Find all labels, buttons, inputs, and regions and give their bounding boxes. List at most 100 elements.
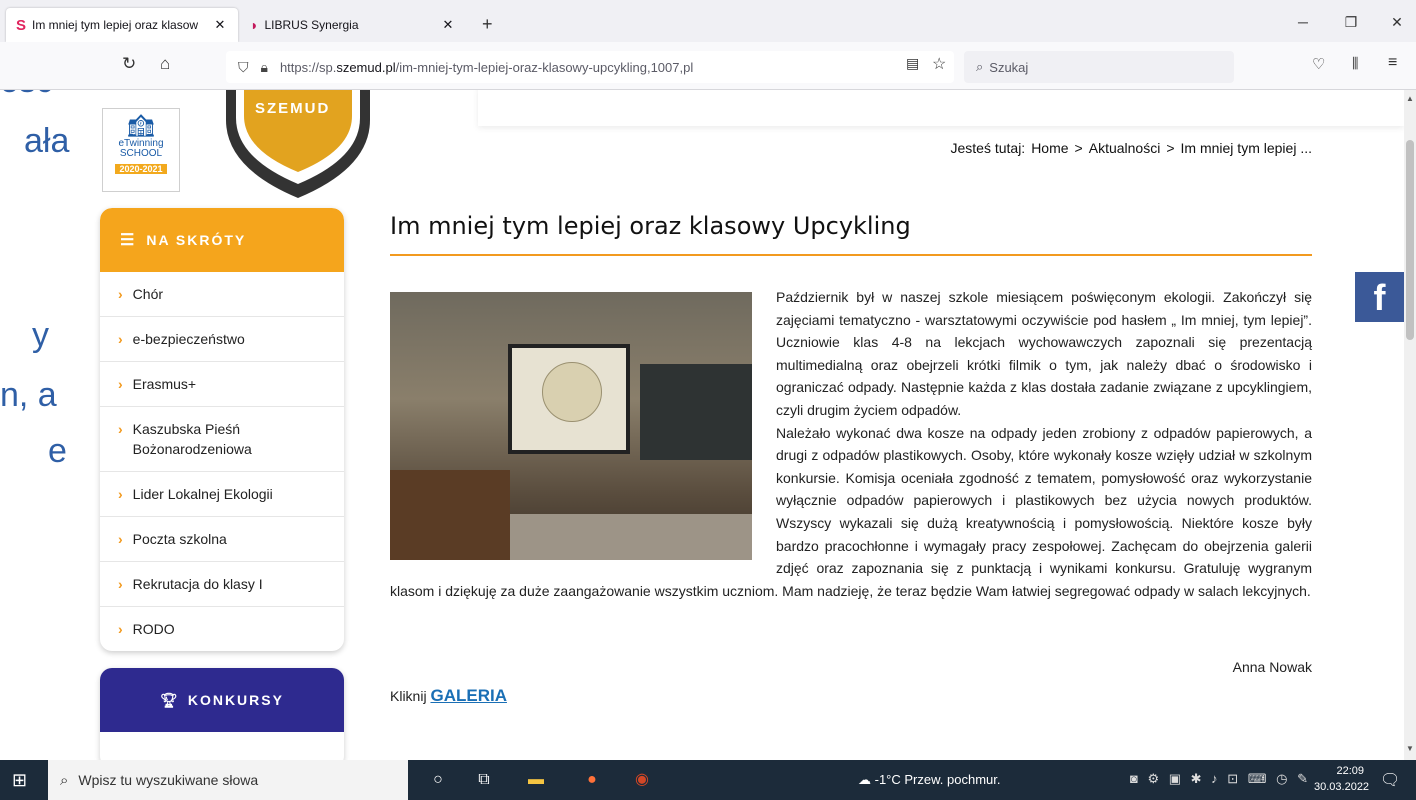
etwinning-icon: 🏫︎ [127, 113, 155, 138]
szemud-favicon-icon: S [16, 16, 27, 34]
sidebar-item-chor[interactable]: › Chór [100, 272, 344, 317]
chevron-right-icon: › [118, 486, 123, 502]
overlay-text: ała [24, 122, 70, 160]
hamburger-icon: ☰ [120, 232, 137, 249]
etwinning-year: 2020-2021 [115, 164, 167, 174]
notifications-icon[interactable]: 🗨︎ [1380, 770, 1400, 790]
home-icon[interactable]: ⌂ [160, 54, 170, 74]
new-tab-button[interactable]: + [482, 14, 493, 35]
overlay-text: y [32, 316, 49, 354]
scroll-down-icon[interactable]: ▼ [1404, 744, 1416, 753]
weather-text: -1°C Przew. pochmur. [874, 772, 1001, 787]
tab-title: Im mniej tym lepiej oraz klasow [32, 18, 199, 32]
breadcrumb-separator: > [1074, 140, 1083, 156]
sidebar-item-e-bezpieczenstwo[interactable]: › e-bezpieczeństwo [100, 317, 344, 362]
url-text[interactable]: https://sp.szemud.pl/im-mniej-tym-lepiej… [280, 60, 693, 75]
overlay-text: e [48, 432, 67, 470]
gallery-line: Kliknij GALERIA [390, 686, 507, 706]
reader-view-icon[interactable]: ▤ [906, 55, 919, 72]
firefox-icon[interactable]: ● [580, 768, 604, 792]
task-view-icon[interactable]: ⧉ [472, 768, 496, 792]
tab-librus[interactable]: ◗ LIBRUS Synergia ✕ [240, 8, 466, 42]
breadcrumb-current: Im mniej tym lepiej ... [1180, 140, 1312, 156]
scroll-thumb[interactable] [1406, 140, 1414, 340]
desk [390, 470, 510, 560]
vertical-scrollbar[interactable]: ▲ ▼ [1404, 90, 1416, 760]
breadcrumb-separator: > [1166, 140, 1175, 156]
breadcrumb: Jesteś tutaj: Home > Aktualności > Im mn… [950, 140, 1312, 156]
close-window-icon[interactable]: ✕ [1382, 14, 1412, 31]
cortana-icon[interactable]: ○ [426, 768, 450, 792]
shield-icon[interactable]: ⛉ [238, 59, 249, 76]
site-header [478, 90, 1404, 126]
chevron-right-icon: › [118, 331, 123, 347]
system-tray[interactable]: ◙ ⚙ ▣ ✱ ♪ ⊡ ⌨ ◷ ✎ [1130, 771, 1311, 787]
chevron-right-icon: › [118, 286, 123, 302]
article-photo[interactable] [390, 292, 752, 560]
search-placeholder: Szukaj [989, 59, 1029, 75]
reload-icon[interactable]: ↻ [122, 54, 136, 74]
browser-tab-bar: S Im mniej tym lepiej oraz klasow ✕ ◗ LI… [0, 0, 1416, 42]
chevron-right-icon: › [118, 531, 123, 547]
tab-title: LIBRUS Synergia [264, 18, 359, 32]
restore-icon[interactable]: ❐ [1336, 14, 1366, 31]
sidebar-item-label: Kaszubska Pieśń Bożonarodzeniowa [132, 421, 252, 457]
weather-icon: ☁ [858, 772, 871, 787]
projector-screen [508, 344, 630, 454]
sidebar-item-lider[interactable]: › Lider Lokalnej Ekologii [100, 472, 344, 517]
overlay-text: n, a [0, 376, 57, 414]
clock[interactable]: 22:09 30.03.2022 [1314, 763, 1370, 795]
lock-icon[interactable]: 🔒︎ [261, 59, 268, 76]
sidebar-item-label: Chór [132, 286, 164, 302]
poster-circle [542, 362, 602, 422]
contests-header[interactable]: 🏆︎ KONKURSY [100, 668, 344, 732]
gallery-link[interactable]: GALERIA [430, 686, 507, 705]
breadcrumb-news[interactable]: Aktualności [1089, 140, 1161, 156]
windows-start-icon[interactable]: ⊞ [12, 770, 27, 791]
etwinning-badge[interactable]: 🏫︎ eTwinning SCHOOL 2020-2021 [102, 108, 180, 192]
gallery-prefix: Kliknij [390, 688, 427, 704]
menu-icon[interactable]: ≡ [1388, 54, 1397, 72]
windows-taskbar: ⊞ ⌕ Wpisz tu wyszukiwane słowa ○ ⧉ ▬ ● ◉… [0, 760, 1416, 800]
clock-date: 30.03.2022 [1314, 781, 1370, 793]
tab-close-icon[interactable]: ✕ [440, 17, 456, 33]
contests-title: KONKURSY [187, 692, 284, 708]
facebook-icon[interactable]: f [1355, 272, 1404, 322]
pocket-icon[interactable]: ♡ [1312, 55, 1325, 73]
floor [510, 514, 752, 560]
bookmark-star-icon[interactable]: ☆ [932, 54, 946, 74]
sidebar-item-rodo[interactable]: › RODO [100, 607, 344, 651]
file-explorer-icon[interactable]: ▬ [524, 768, 548, 792]
sidebar-item-label: RODO [132, 621, 175, 637]
web-page: SZEMUD 🏫︎ eTwinning SCHOOL 2020-2021 Jes… [0, 90, 1404, 760]
tab-close-icon[interactable]: ✕ [212, 17, 228, 33]
chalkboard [640, 364, 752, 460]
title-underline [390, 254, 1312, 256]
breadcrumb-home[interactable]: Home [1031, 140, 1068, 156]
article-author: Anna Nowak [1232, 659, 1312, 675]
sidebar-item-erasmus[interactable]: › Erasmus+ [100, 362, 344, 407]
sidebar-title: NA SKRÓTY [146, 232, 247, 248]
sidebar-item-kaszubska[interactable]: › Kaszubska Pieśń Bożonarodzeniowa [100, 407, 344, 472]
shortcuts-sidebar: ☰ NA SKRÓTY › Chór › e-bezpieczeństwo › Era… [100, 208, 344, 651]
sidebar-item-poczta[interactable]: › Poczta szkolna [100, 517, 344, 562]
minimize-icon[interactable]: ─ [1288, 14, 1318, 30]
powerpoint-icon[interactable]: ◉ [630, 768, 654, 792]
scroll-up-icon[interactable]: ▲ [1404, 94, 1416, 103]
sidebar-item-label: Lider Lokalnej Ekologii [132, 486, 273, 502]
browser-nav-bar: ↻ ⌂ ⛉ 🔒︎ https://sp.szemud.pl/im-mniej-t… [0, 42, 1416, 90]
sidebar-header: ☰ NA SKRÓTY [100, 208, 344, 272]
tab-active[interactable]: S Im mniej tym lepiej oraz klasow ✕ [6, 8, 238, 42]
sidebar-item-rekrutacja[interactable]: › Rekrutacja do klasy I [100, 562, 344, 607]
breadcrumb-prefix: Jesteś tutaj: [950, 140, 1026, 156]
trophy-icon: 🏆︎ [160, 691, 180, 708]
chevron-right-icon: › [118, 421, 123, 437]
search-field[interactable]: ⌕ Szukaj [964, 51, 1234, 83]
taskbar-search[interactable]: ⌕ Wpisz tu wyszukiwane słowa [48, 760, 408, 800]
library-icon[interactable]: ⫼ [1352, 55, 1358, 72]
chevron-right-icon: › [118, 621, 123, 637]
sidebar-item-label: Erasmus+ [132, 376, 197, 392]
search-icon: ⌕ [976, 59, 984, 74]
weather-widget[interactable]: ☁ -1°C Przew. pochmur. [858, 772, 1000, 788]
address-bar[interactable]: ⛉ 🔒︎ https://sp.szemud.pl/im-mniej-tym-l… [226, 51, 954, 83]
